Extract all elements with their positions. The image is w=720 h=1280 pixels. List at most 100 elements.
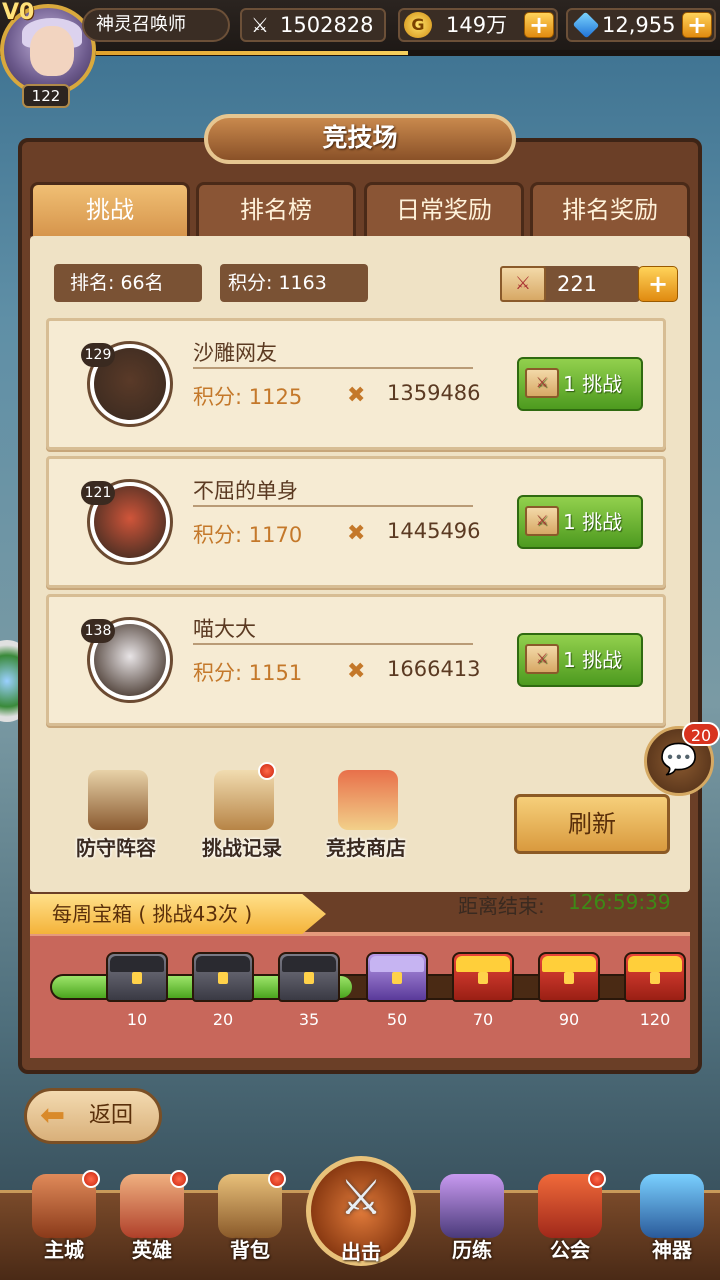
nav-guild-shield[interactable]: 公会	[522, 1170, 618, 1280]
opened-chest-icon[interactable]	[192, 952, 254, 1002]
menu-arena-shop[interactable]: 竞技商店	[316, 770, 416, 860]
arena-ticket-icon: ⚔	[500, 266, 546, 302]
nav-label: 背包	[230, 1238, 270, 1262]
tab-daily-rewards[interactable]: 日常奖励	[364, 182, 524, 236]
chest-lid	[370, 956, 424, 972]
opponent-card: 121 不屈的单身 积分: 1170 ✖ 1445496 ⚔ 1 挑战	[46, 456, 666, 588]
chest-lid	[282, 956, 336, 972]
reward-chest-icon[interactable]	[366, 952, 428, 1002]
chest-lock	[304, 972, 314, 984]
reward-chest-icon[interactable]	[538, 952, 600, 1002]
power-display: ⚔ 1502828	[240, 8, 386, 42]
challenge-button-label: 1 挑战	[563, 372, 623, 396]
player-level-badge: 122	[22, 84, 70, 108]
menu-label: 防守阵容	[76, 836, 156, 860]
gem-value: 12,955	[602, 13, 676, 37]
chest-lock	[564, 972, 574, 984]
gem-icon	[572, 11, 600, 39]
score-display: 积分: 1163	[220, 264, 368, 302]
weekly-chest-title: 每周宝箱 ( 挑战43次 )	[30, 894, 326, 934]
nav-hero[interactable]: 英雄	[104, 1170, 200, 1280]
notification-dot	[170, 1170, 188, 1188]
challenge-button[interactable]: ⚔ 1 挑战	[517, 357, 643, 411]
notification-dot	[588, 1170, 606, 1188]
opponent-score: 积分: 1151	[193, 661, 303, 685]
shop-icon	[338, 770, 398, 830]
countdown-timer: 126:59:39	[568, 890, 671, 914]
opened-chest-icon[interactable]	[278, 952, 340, 1002]
opponent-score: 积分: 1125	[193, 385, 303, 409]
back-arrow-icon: ⬅	[40, 1098, 66, 1133]
tower-icon	[440, 1174, 504, 1238]
opponent-name: 沙雕网友	[193, 341, 277, 365]
arena-ticket-icon: ⚔	[525, 506, 559, 536]
chat-unread-badge: 20	[682, 722, 720, 746]
nav-label: 神器	[652, 1238, 692, 1262]
opponent-score: 积分: 1170	[193, 523, 303, 547]
nav-tower[interactable]: 历练	[424, 1172, 520, 1280]
challenge-button-label: 1 挑战	[563, 648, 623, 672]
player-name: 神灵召唤师	[82, 8, 230, 42]
gold-coin-icon: G	[404, 12, 432, 38]
divider	[193, 505, 473, 507]
page-title: 竞技场	[204, 114, 516, 164]
chest-threshold-label: 50	[386, 1010, 408, 1029]
chest-lid	[456, 956, 510, 972]
chest-threshold-label: 10	[126, 1010, 148, 1029]
opened-chest-icon[interactable]	[106, 952, 168, 1002]
chest-lid	[542, 956, 596, 972]
nav-label: 主城	[44, 1238, 84, 1262]
nav-artifact-gem[interactable]: 神器	[624, 1172, 720, 1280]
opponent-card: 129 沙雕网友 积分: 1125 ✖ 1359486 ⚔ 1 挑战	[46, 318, 666, 450]
opponent-name: 不屈的单身	[193, 479, 298, 503]
arena-ticket-icon: ⚔	[525, 368, 559, 398]
menu-challenge-log[interactable]: 挑战记录	[192, 762, 292, 860]
add-gold-button[interactable]: +	[524, 12, 554, 38]
artifact-gem-icon	[640, 1174, 704, 1238]
menu-label: 竞技商店	[326, 836, 406, 860]
nav-label: 历练	[452, 1238, 492, 1262]
challenge-button-label: 1 挑战	[563, 510, 623, 534]
notification-dot	[268, 1170, 286, 1188]
divider	[193, 643, 473, 645]
countdown-label: 距离结束:	[458, 894, 545, 918]
crossed-swords-icon: ✖	[347, 521, 366, 546]
notification-dot	[82, 1170, 100, 1188]
power-value: 1502828	[280, 13, 374, 37]
opponent-level: 138	[81, 619, 115, 643]
challenge-button[interactable]: ⚔ 1 挑战	[517, 495, 643, 549]
reward-chest-icon[interactable]	[624, 952, 686, 1002]
chest-lock	[478, 972, 488, 984]
nav-backpack[interactable]: 背包	[202, 1170, 298, 1280]
divider	[193, 367, 473, 369]
chat-icon: 💬	[660, 742, 698, 777]
tab-leaderboard[interactable]: 排名榜	[196, 182, 356, 236]
challenge-button[interactable]: ⚔ 1 挑战	[517, 633, 643, 687]
gold-value: 149万	[446, 13, 508, 37]
nav-label: 出击	[341, 1240, 381, 1264]
arena-ticket-icon: ⚔	[525, 644, 559, 674]
opponent-level: 121	[81, 481, 115, 505]
reward-chest-icon[interactable]	[452, 952, 514, 1002]
tab-rank-rewards[interactable]: 排名奖励	[530, 182, 690, 236]
chest-lock	[218, 972, 228, 984]
xp-bar-fill	[96, 51, 408, 55]
nav-label: 公会	[550, 1238, 590, 1262]
chest-threshold-label: 90	[558, 1010, 580, 1029]
tab-challenge[interactable]: 挑战	[30, 182, 190, 236]
menu-defense-lineup[interactable]: 防守阵容	[66, 770, 166, 860]
chest-threshold-label: 35	[298, 1010, 320, 1029]
refresh-button[interactable]: 刷新	[514, 794, 670, 854]
opponent-power: 1359486	[387, 381, 481, 405]
rank-display: 排名: 66名	[54, 264, 202, 302]
crossed-swords-icon: ⚔	[339, 1170, 383, 1226]
opponent-card: 138 喵大大 积分: 1151 ✖ 1666413 ⚔ 1 挑战	[46, 594, 666, 726]
add-gems-button[interactable]: +	[682, 12, 712, 38]
chest-lid	[628, 956, 682, 972]
chest-lock	[392, 972, 402, 984]
nav-castle[interactable]: 主城	[16, 1170, 112, 1280]
opponent-power: 1445496	[387, 519, 481, 543]
chest-threshold-label: 70	[472, 1010, 494, 1029]
add-tickets-button[interactable]: +	[638, 266, 678, 302]
chest-lock	[650, 972, 660, 984]
